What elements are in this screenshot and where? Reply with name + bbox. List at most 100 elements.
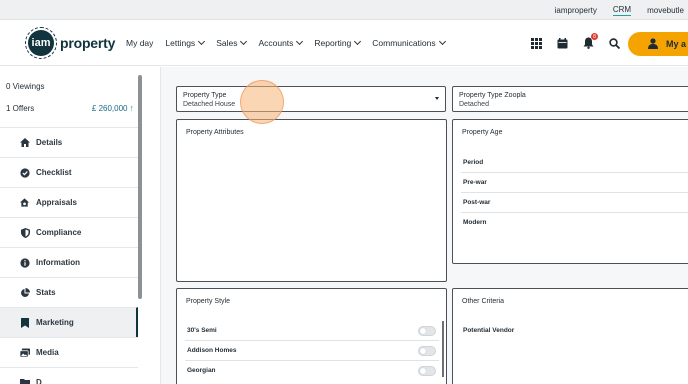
nav-communications[interactable]: Communications [372,37,446,48]
property-attributes-title: Property Attributes [186,129,244,136]
viewings-metric[interactable]: 0 Viewings [0,77,138,95]
sidebar-item-label: Checklist [36,168,72,177]
nav-lettings[interactable]: Lettings [165,37,206,48]
folder-icon [20,378,30,384]
main-nav: My day Lettings Sales Accounts Reporting… [126,20,446,66]
age-option-period[interactable]: Period [463,159,483,166]
divider [185,340,439,341]
sidebar-item-appraisals[interactable]: Appraisals [0,187,138,217]
style-list-scrollbar[interactable] [442,321,444,377]
bell-icon[interactable]: 8 [582,33,598,49]
criteria-option-potential-vendor[interactable]: Potential Vendor [463,327,514,334]
logo-mark: iam [25,27,57,59]
search-icon[interactable] [608,37,620,49]
sidebar-item-stats[interactable]: Stats [0,277,138,307]
info-icon [20,257,30,268]
sidebar-item-label: Stats [36,288,56,297]
divider [461,192,688,193]
property-type-title: Property Type [183,92,227,99]
nav-label: Sales [216,38,238,48]
style-toggle-georgian[interactable] [418,366,436,376]
caret-down-icon [435,97,439,100]
nav-reporting[interactable]: Reporting [314,37,362,48]
divider [461,212,688,213]
sidebar-item-label: Media [36,348,59,357]
property-sidebar: 0 Viewings 1 Offers £ 260,000 ↑ Details … [0,67,146,384]
nav-label: Reporting [314,38,352,48]
sidebar-item-checklist[interactable]: Checklist [0,157,138,187]
other-criteria-title: Other Criteria [462,298,505,305]
sidebar-item-label: Appraisals [36,198,77,207]
home-icon [20,138,30,148]
sidebar-item-label: Information [36,258,80,267]
my-account-label: My a [666,39,687,49]
sidebar-item-marketing[interactable]: Marketing [0,307,138,337]
sidebar-item-label: Marketing [36,318,74,327]
chevron-down-icon [296,37,304,46]
top-links: iamproperty CRM movebutle [555,0,688,20]
user-icon [648,37,658,51]
property-style-panel: Property Style 30's Semi Addison Homes G… [176,288,447,384]
house-search-icon [20,198,30,208]
property-type-select[interactable]: Property Type Detached House [176,86,446,112]
sidebar-item-compliance[interactable]: Compliance [0,217,138,247]
nav-accounts[interactable]: Accounts [258,37,304,48]
nav-my-day[interactable]: My day [126,38,153,48]
property-style-title: Property Style [186,298,230,305]
style-toggle-addison-homes[interactable] [418,346,436,356]
check-circle-icon [20,167,30,178]
offers-label: 1 Offers [6,103,35,113]
offers-value: £ 260,000 [91,103,128,113]
age-option-pre-war[interactable]: Pre-war [463,179,487,186]
sidebar-item-label: Compliance [36,228,82,237]
viewings-label: 0 Viewings [6,81,45,91]
images-icon [20,347,30,358]
style-option-30s-semi: 30's Semi [187,327,217,334]
my-account-button[interactable]: My a [628,32,688,56]
other-criteria-panel: Other Criteria Potential Vendor [452,288,688,384]
property-type-zoopla-title: Property Type Zoopla [459,92,526,99]
nav-sales[interactable]: Sales [216,37,248,48]
sidebar-item-details[interactable]: Details [0,127,138,157]
property-age-panel: Property Age Period Pre-war Post-war Mod… [452,119,688,264]
nav-label: Communications [372,38,436,48]
property-attributes-panel: Property Attributes [176,119,447,282]
top-link-iamproperty[interactable]: iamproperty [555,6,597,15]
top-utility-bar: iamproperty CRM movebutle [0,0,688,20]
property-type-value: Detached House [183,101,236,108]
notification-badge: 8 [591,33,598,40]
property-age-title: Property Age [462,129,503,136]
sidebar-scrollbar[interactable] [138,75,142,299]
sidebar-item-information[interactable]: Information [0,247,138,277]
nav-label: Accounts [258,38,294,48]
sidebar-item-media[interactable]: Media [0,337,138,367]
iamproperty-logo[interactable]: iam property [25,27,116,59]
divider [185,360,439,361]
sidebar-item-label: Details [36,138,63,147]
sidebar-item-partial[interactable]: D [0,367,138,384]
click-indicator [240,80,284,124]
top-link-movebutler[interactable]: movebutle [647,6,684,15]
age-option-modern[interactable]: Modern [463,219,486,226]
style-toggle-30s-semi[interactable] [418,326,436,336]
main-header: iam property My day Lettings Sales Accou… [0,20,688,66]
chevron-down-icon [354,37,362,46]
calendar-icon[interactable] [556,37,568,49]
logo-text: property [60,35,116,51]
property-type-zoopla-select[interactable]: Property Type Zoopla Detached [452,86,688,112]
offers-metric[interactable]: 1 Offers £ 260,000 ↑ [0,99,138,117]
marketing-form: Property Type Detached House Property Ty… [161,67,688,384]
apps-grid-icon[interactable] [530,37,542,49]
header-icons: 8 [530,20,620,66]
bookmark-icon [20,317,30,328]
nav-label: Lettings [165,38,196,48]
chevron-down-icon [198,37,206,46]
chevron-down-icon [438,37,446,46]
style-option-addison-homes: Addison Homes [187,347,237,354]
sidebar-item-label: D [36,378,42,384]
top-link-crm[interactable]: CRM [612,5,632,16]
nav-label: My day [126,38,154,48]
age-option-post-war[interactable]: Post-war [463,199,490,206]
offers-value-wrap: £ 260,000 ↑ [92,103,134,113]
style-option-georgian: Georgian [187,367,216,374]
